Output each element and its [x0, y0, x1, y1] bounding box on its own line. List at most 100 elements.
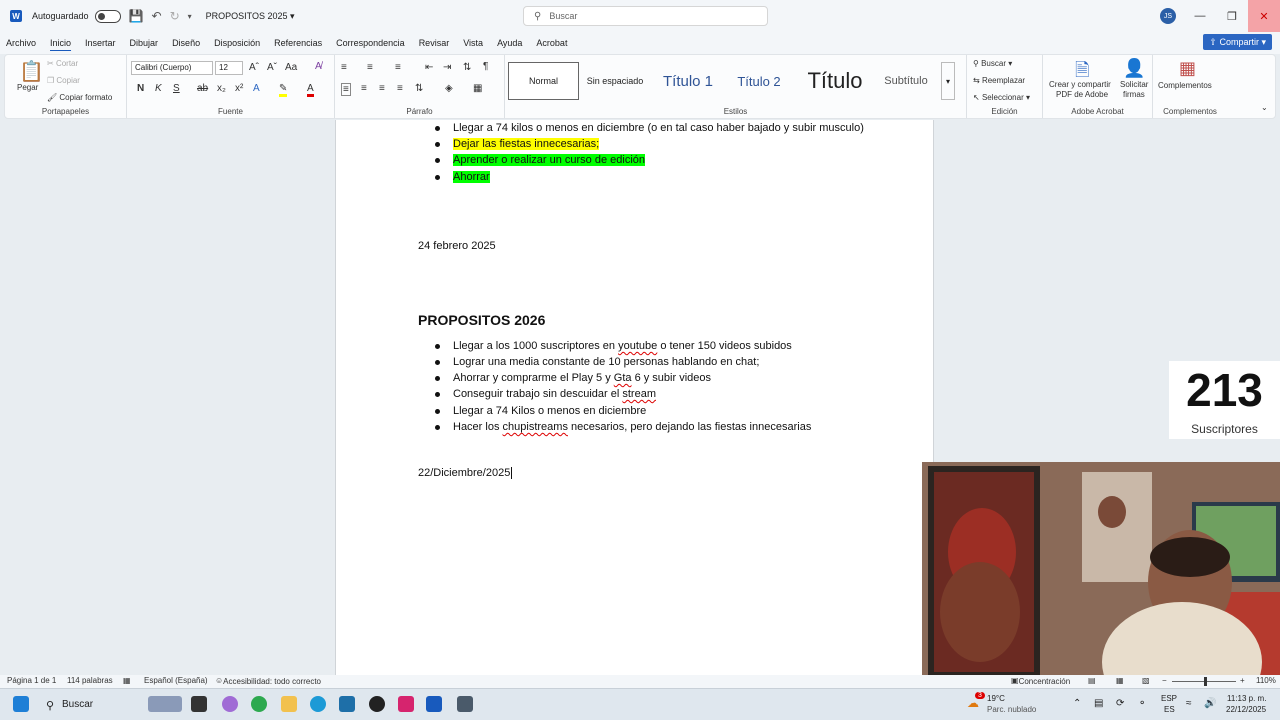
taskbar-search-icon[interactable]: ⚲ — [46, 699, 54, 712]
bullets-icon[interactable]: ≡ — [341, 62, 347, 73]
superscript-icon[interactable]: x² — [235, 83, 243, 94]
tab-acrobat[interactable]: Acrobat — [536, 38, 567, 48]
find-button[interactable]: ⚲ Buscar ▾ — [973, 59, 1012, 68]
page-count[interactable]: Página 1 de 1 — [7, 676, 56, 685]
search-input[interactable]: ⚲ Buscar — [523, 6, 768, 26]
obs-icon[interactable] — [369, 696, 385, 712]
clock-time[interactable]: 11:13 p. m. — [1227, 694, 1266, 703]
zoom-out-icon[interactable]: − — [1162, 676, 1167, 685]
volume-icon[interactable]: 🔊 — [1204, 698, 1216, 709]
create-pdf-label-2[interactable]: PDF de Adobe — [1056, 90, 1108, 99]
decrease-indent-icon[interactable]: ⇤ — [425, 62, 433, 73]
customize-toolbar-icon[interactable]: ▾ — [188, 12, 192, 21]
style-heading-2[interactable]: Título 2 — [727, 62, 791, 100]
weather-temp[interactable]: 19°C — [987, 694, 1005, 703]
microphone-icon[interactable]: ⚬ — [1138, 698, 1146, 709]
change-case-icon[interactable]: Aa — [285, 62, 297, 73]
styles-gallery-expand[interactable]: ▾ — [941, 62, 955, 100]
font-size-select[interactable]: 12 — [215, 61, 243, 75]
clock-date[interactable]: 22/12/2025 — [1226, 705, 1266, 714]
print-layout-icon[interactable]: ▦ — [1116, 676, 1124, 685]
close-button[interactable]: ✕ — [1248, 0, 1280, 32]
numbering-icon[interactable]: ≡ — [367, 62, 373, 73]
zoom-in-icon[interactable]: + — [1240, 676, 1245, 685]
document-title[interactable]: PROPOSITOS 2025 ▾ — [206, 11, 295, 22]
style-heading-1[interactable]: Título 1 — [653, 62, 723, 100]
input-language-sub[interactable]: ES — [1164, 705, 1175, 714]
addins-icon[interactable]: ▦ — [1179, 58, 1196, 79]
widgets-icon[interactable] — [148, 696, 182, 712]
text-effects-icon[interactable]: A — [253, 83, 260, 94]
read-mode-icon[interactable]: ▤ — [1088, 676, 1096, 685]
tab-diseno[interactable]: Diseño — [172, 38, 200, 48]
wifi-icon[interactable]: ≈ — [1186, 698, 1192, 709]
share-button[interactable]: ⇧ Compartir ▾ — [1203, 34, 1272, 50]
style-subtitle[interactable]: Subtítulo — [875, 62, 937, 100]
avatar[interactable]: JS — [1160, 8, 1176, 24]
increase-indent-icon[interactable]: ⇥ — [443, 62, 451, 73]
cut-button[interactable]: ✂ Cortar — [47, 59, 78, 68]
redo-icon[interactable]: ↻ — [170, 9, 180, 23]
autosave-toggle[interactable] — [94, 9, 121, 23]
web-layout-icon[interactable]: ▧ — [1142, 676, 1150, 685]
strikethrough-icon[interactable]: ab — [197, 83, 208, 94]
align-center-icon[interactable]: ≡ — [361, 83, 367, 94]
language-indicator[interactable]: Español (España) — [144, 676, 208, 685]
underline-icon[interactable]: S — [173, 83, 180, 94]
create-pdf-label[interactable]: Crear y compartir — [1049, 80, 1111, 89]
tab-inicio[interactable]: Inicio — [50, 38, 71, 48]
clear-format-icon[interactable]: A̸ — [315, 61, 322, 72]
select-button[interactable]: ↖ Seleccionar ▾ — [973, 93, 1030, 102]
paste-icon[interactable]: 📋 — [19, 59, 44, 84]
input-language[interactable]: ESP — [1161, 694, 1177, 703]
style-no-spacing[interactable]: Sin espaciado — [581, 62, 649, 100]
sync-icon[interactable]: ⟳ — [1116, 698, 1124, 709]
edge-icon[interactable] — [310, 696, 326, 712]
minimize-button[interactable]: — — [1184, 0, 1216, 32]
file-explorer-icon[interactable] — [281, 696, 297, 712]
bold-icon[interactable]: N — [137, 83, 144, 94]
tray-chevron-icon[interactable]: ⌃ — [1073, 698, 1081, 709]
accessibility-status[interactable]: ☺ Accesibilidad: todo correcto — [215, 676, 321, 686]
store-icon[interactable] — [339, 696, 355, 712]
subscript-icon[interactable]: x₂ — [217, 83, 226, 94]
task-view-icon[interactable] — [191, 696, 207, 712]
word-taskbar-icon[interactable] — [426, 696, 442, 712]
taskbar-search[interactable]: Buscar — [62, 699, 93, 710]
calculator-icon[interactable] — [457, 696, 473, 712]
grow-font-icon[interactable]: Aˆ — [249, 62, 259, 73]
word-count[interactable]: 114 palabras — [67, 676, 113, 685]
replace-button[interactable]: ⇆ Reemplazar — [973, 76, 1025, 85]
justify-icon[interactable]: ≡ — [397, 83, 403, 94]
multilevel-list-icon[interactable]: ≡ — [395, 62, 401, 73]
copilot-icon[interactable] — [222, 696, 238, 712]
line-spacing-icon[interactable]: ⇅ — [415, 83, 423, 94]
proofing-icon[interactable]: ▦ — [123, 676, 131, 685]
windows-start-icon[interactable] — [13, 696, 29, 712]
highlight-icon[interactable]: ✎ — [279, 83, 288, 97]
tab-archivo[interactable]: Archivo — [6, 38, 36, 48]
zoom-level[interactable]: 110% — [1256, 676, 1276, 685]
sort-icon[interactable]: ⇅ — [463, 62, 471, 73]
tab-vista[interactable]: Vista — [463, 38, 483, 48]
undo-icon[interactable]: ↶ — [152, 9, 162, 23]
request-signatures-label[interactable]: Solicitar — [1120, 80, 1148, 89]
font-color-icon[interactable]: A — [307, 83, 314, 97]
align-right-icon[interactable]: ≡ — [379, 83, 385, 94]
request-signatures-icon[interactable]: 👤 — [1123, 58, 1145, 79]
tab-correspondencia[interactable]: Correspondencia — [336, 38, 405, 48]
copy-button[interactable]: ❐ Copiar — [47, 76, 80, 85]
collapse-ribbon-icon[interactable]: ⌄ — [1261, 103, 1268, 112]
network-icon[interactable]: ▤ — [1094, 698, 1103, 709]
style-normal[interactable]: Normal — [508, 62, 579, 100]
tab-ayuda[interactable]: Ayuda — [497, 38, 522, 48]
restore-button[interactable]: ❐ — [1216, 0, 1248, 32]
zoom-slider-thumb[interactable] — [1204, 677, 1207, 686]
font-family-select[interactable]: Calibri (Cuerpo) — [131, 61, 213, 75]
shrink-font-icon[interactable]: Aˇ — [267, 62, 277, 73]
style-title[interactable]: Título — [795, 62, 875, 100]
tab-disposicion[interactable]: Disposición — [214, 38, 260, 48]
tab-revisar[interactable]: Revisar — [419, 38, 450, 48]
tab-dibujar[interactable]: Dibujar — [130, 38, 159, 48]
format-painter-button[interactable]: 🖌 Copiar formato — [47, 93, 112, 102]
